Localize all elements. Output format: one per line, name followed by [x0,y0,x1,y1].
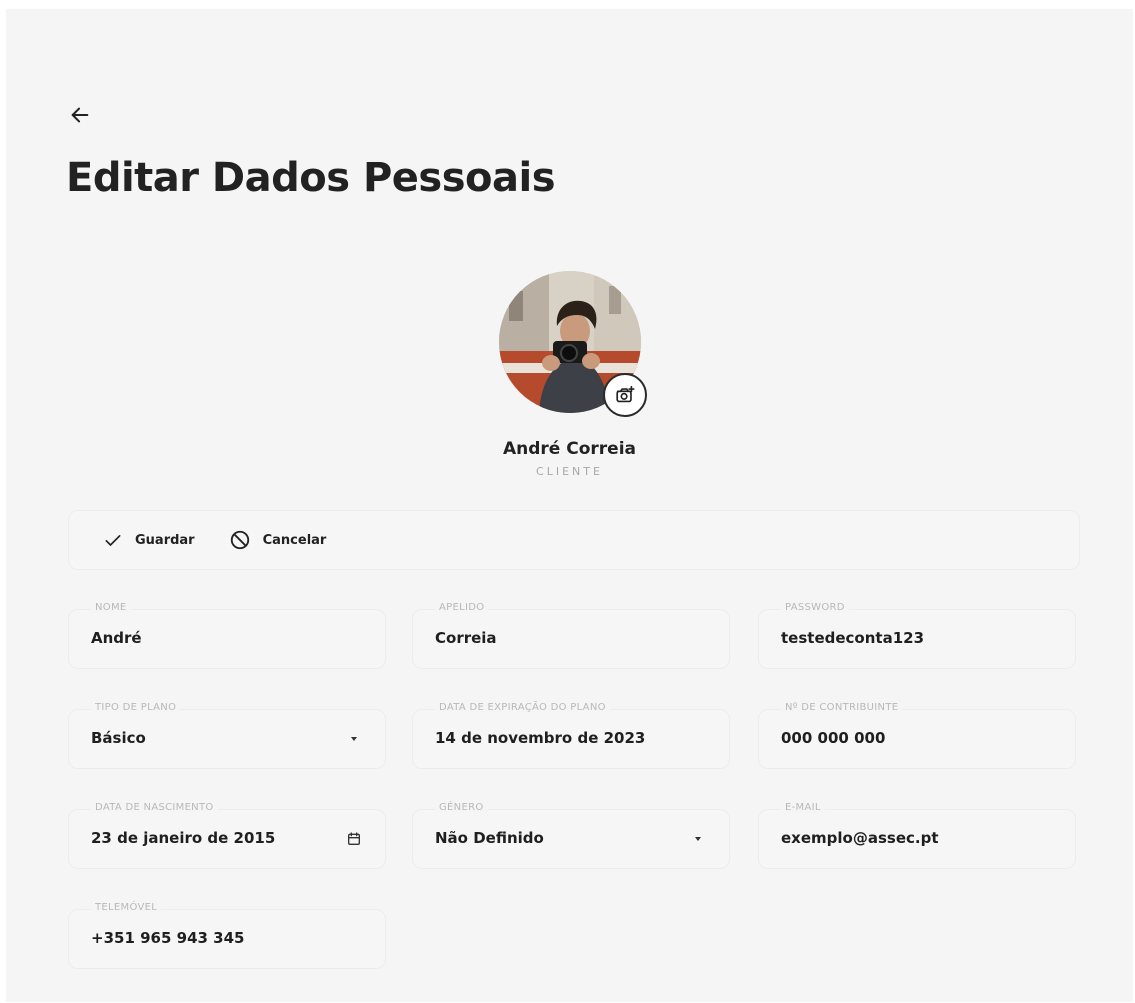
save-label: Guardar [135,532,195,548]
field-value[interactable]: 23 de janeiro de 2015 [91,829,275,847]
ban-icon [230,530,249,550]
field-telemovel[interactable]: TELEMÓVEL +351 965 943 345 [68,902,386,969]
field-label: TIPO DE PLANO [91,702,181,713]
cancel-label: Cancelar [262,532,327,548]
back-button[interactable] [64,99,96,131]
cancel-button[interactable]: Cancelar [229,529,327,551]
field-value[interactable]: +351 965 943 345 [91,929,244,947]
field-email[interactable]: E-MAIL exemplo@assec.pt [758,802,1076,869]
field-value[interactable]: exemplo@assec.pt [781,829,939,847]
chevron-down-icon[interactable] [689,830,707,848]
field-value[interactable]: testedeconta123 [781,629,924,647]
field-genero[interactable]: GÉNERO Não Definido [412,802,730,869]
field-tipo-plano[interactable]: TIPO DE PLANO Básico [68,702,386,769]
field-label: DATA DE NASCIMENTO [91,802,218,813]
change-photo-button[interactable] [602,373,647,417]
user-name: André Correia [502,439,636,459]
field-label: GÉNERO [435,802,488,813]
field-nome[interactable]: NOME André [68,602,386,669]
camera-add-icon [615,385,635,403]
user-role: CLIENTE [536,465,603,478]
arrow-left-icon [71,107,89,123]
field-data-expiracao[interactable]: DATA DE EXPIRAÇÃO DO PLANO 14 de novembr… [412,702,730,769]
field-value[interactable]: Não Definido [435,829,544,847]
field-contribuinte[interactable]: Nº DE CONTRIBUINTE 000 000 000 [758,702,1076,769]
avatar-container [498,271,647,417]
chevron-down-icon[interactable] [345,730,363,748]
field-label: Nº DE CONTRIBUINTE [781,702,903,713]
field-label: PASSWORD [781,602,849,613]
field-label: NOME [91,602,131,613]
field-label: E-MAIL [781,802,825,813]
check-icon [105,535,121,546]
field-label: DATA DE EXPIRAÇÃO DO PLANO [435,702,610,713]
field-value[interactable]: André [91,629,142,647]
calendar-icon[interactable] [345,830,363,848]
field-apelido[interactable]: APELIDO Correia [412,602,730,669]
profile-section: André Correia CLIENTE [6,271,1133,478]
field-label: APELIDO [435,602,489,613]
page-background: Editar Dados Pessoais André Correia CLIE… [6,9,1133,1002]
field-data-nascimento[interactable]: DATA DE NASCIMENTO 23 de janeiro de 2015 [68,802,386,869]
field-password[interactable]: PASSWORD testedeconta123 [758,602,1076,669]
save-button[interactable]: Guardar [103,530,195,550]
field-label: TELEMÓVEL [91,902,162,913]
field-value[interactable]: Correia [435,629,497,647]
action-toolbar: Guardar Cancelar [68,510,1080,570]
field-value[interactable]: 14 de novembro de 2023 [435,729,645,747]
page-title: Editar Dados Pessoais [66,155,556,201]
field-value[interactable]: Básico [91,729,146,747]
field-value[interactable]: 000 000 000 [781,729,885,747]
